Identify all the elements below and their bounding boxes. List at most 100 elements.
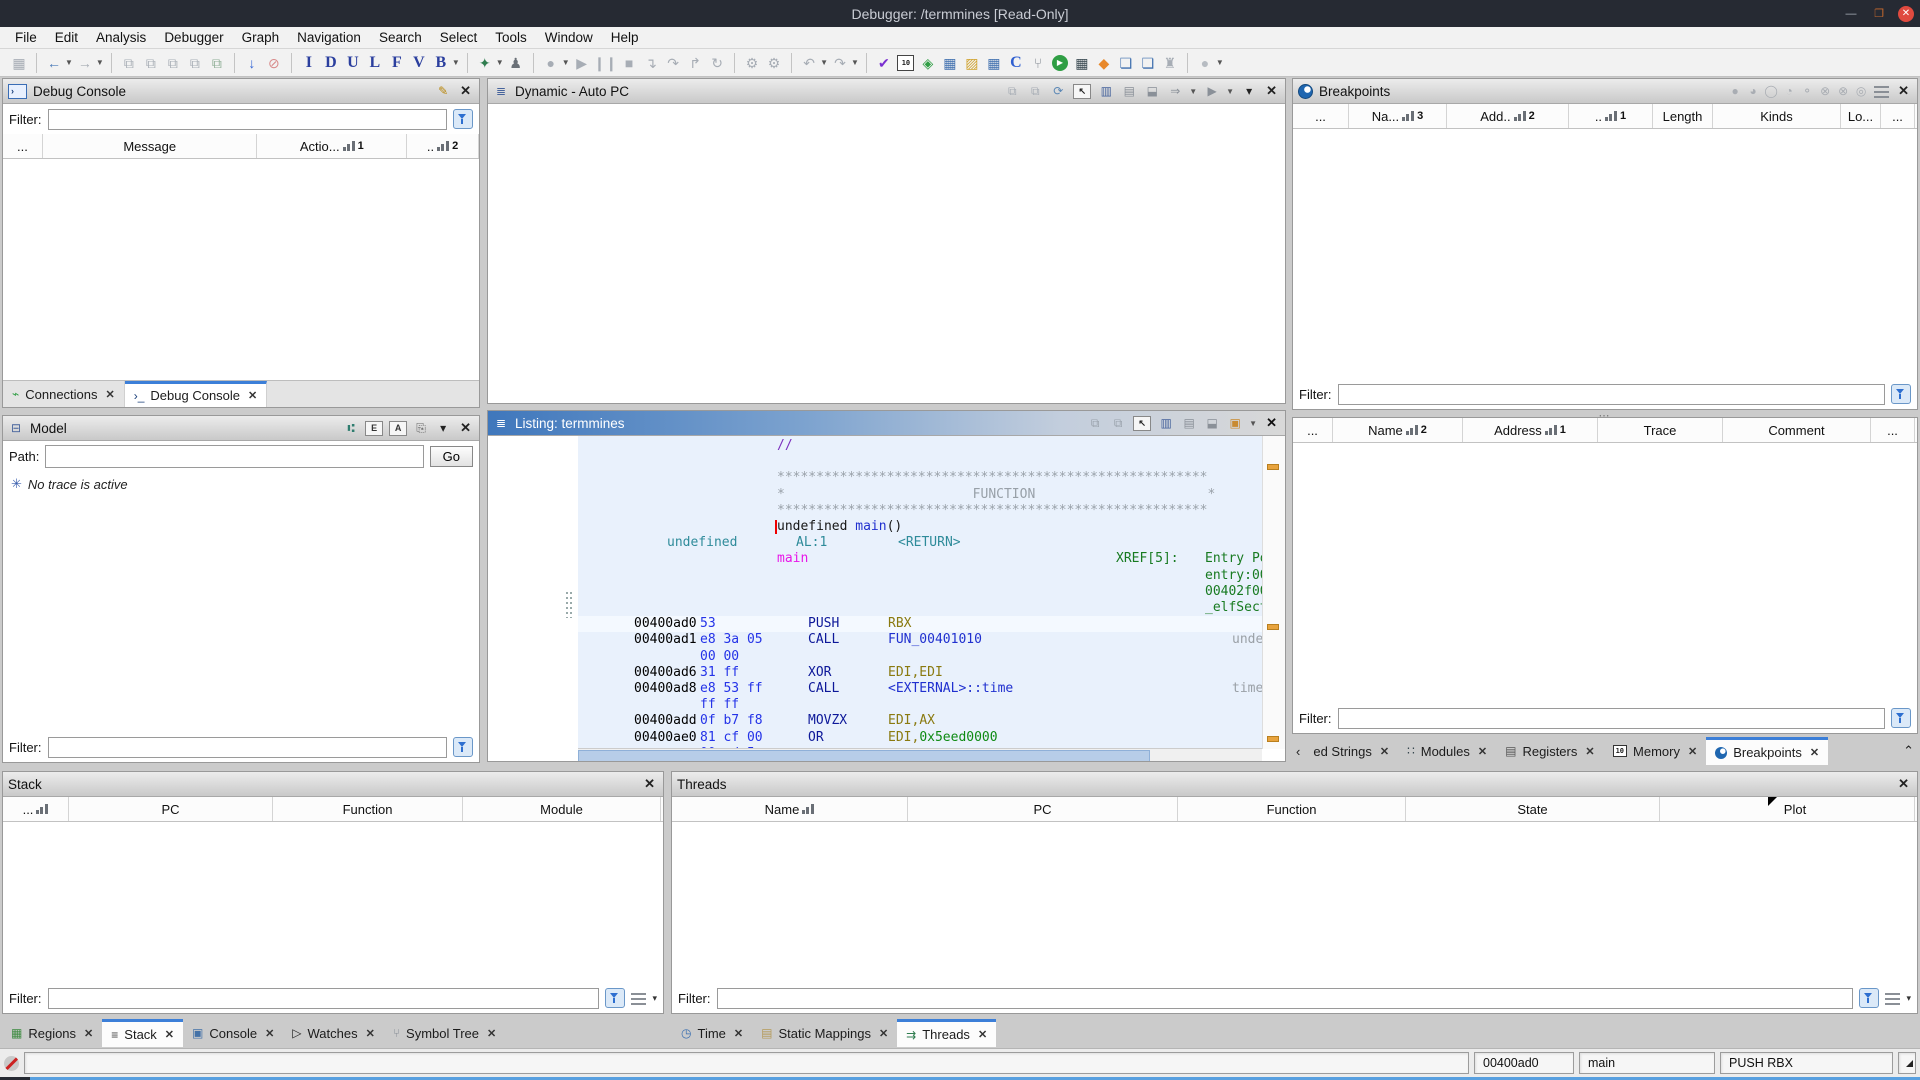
close-icon[interactable]: ✕ — [1810, 746, 1819, 759]
listing-line[interactable]: undefined AL:1 <RETURN> — [578, 535, 1262, 551]
skip-out-icon[interactable]: ⚙ — [764, 52, 784, 74]
column-header-address[interactable]: Address 1 — [1463, 418, 1598, 442]
close-icon[interactable]: ✕ — [1478, 745, 1487, 758]
column-header-actio[interactable]: Actio... 1 — [257, 134, 408, 158]
column-header-function[interactable]: Function — [273, 797, 463, 821]
listing-line[interactable]: main XREF[5]: Entry Poi — [578, 551, 1262, 567]
enable-breakpoint-icon[interactable]: ● — [1728, 84, 1742, 98]
stack-table-body[interactable] — [3, 822, 663, 983]
menu-debugger[interactable]: Debugger — [155, 28, 232, 47]
dynamic-header[interactable]: ≣ Dynamic - Auto PC ⧉ ⧉ ⟳ ↖ ▥ ▤ ⬓ ⇒ ▼ ▶ ▼ ▾ ✕ — [488, 79, 1285, 104]
debug-console-table-body[interactable] — [3, 159, 479, 380]
clipboard-icon[interactable]: ⎘ — [413, 419, 429, 437]
threads-header[interactable]: Threads ✕ — [672, 772, 1917, 797]
cursor-tracking-icon[interactable]: ↖ — [1133, 415, 1152, 431]
breakpoints-header[interactable]: Breakpoints ● ◕ ◯ ◔ ⚬ ⊗ ⊗ ◎ ✕ — [1293, 79, 1917, 104]
chevron-down-icon[interactable]: ▼ — [1249, 419, 1257, 428]
tree-diagram-icon[interactable]: ⑆ — [343, 419, 359, 437]
step-last-icon[interactable]: ↻ — [707, 52, 727, 74]
filter-icon[interactable] — [453, 109, 473, 129]
refresh-icon[interactable]: ⟳ — [1050, 82, 1066, 100]
chevron-down-icon[interactable]: ▼ — [820, 58, 828, 67]
column-header-na[interactable]: Na... 3 — [1349, 104, 1447, 128]
clone-icon[interactable]: ⧉ — [1087, 414, 1103, 432]
panel-menu-caret-icon[interactable]: ▾ — [1241, 82, 1257, 100]
drag-handle-icon[interactable] — [566, 592, 573, 618]
window-b-icon[interactable]: ❏ — [1138, 52, 1158, 74]
close-icon[interactable]: ✕ — [457, 420, 474, 436]
bookmark-mark-icon[interactable] — [1267, 624, 1279, 630]
model-tree-body[interactable] — [3, 496, 479, 732]
configure-emulation-icon[interactable]: ✦ — [475, 52, 495, 74]
close-icon[interactable]: ✕ — [1263, 415, 1280, 431]
edit-pencil-icon[interactable]: ✎ — [435, 82, 451, 100]
module-map-icon[interactable]: ▥ — [1158, 414, 1174, 432]
redo-icon[interactable]: ↷ — [830, 52, 850, 74]
instruction-letter-icon[interactable]: I — [299, 52, 319, 74]
chevron-down-icon[interactable]: ▼ — [452, 58, 460, 67]
close-icon[interactable]: ✕ — [366, 1027, 375, 1040]
tab-debug-console[interactable]: ›_ Debug Console ✕ — [124, 381, 268, 407]
skip-over-icon[interactable]: ⚙ — [742, 52, 762, 74]
column-header-function[interactable]: Function — [1178, 797, 1406, 821]
listing-line[interactable]: 00400add 0f b7 f8 MOVZX EDI,AX — [578, 713, 1262, 729]
tab-symbol-tree[interactable]: ⑂ Symbol Tree ✕ — [384, 1019, 505, 1047]
enable-all-breakpoints-icon[interactable]: ◕ — [1746, 84, 1760, 98]
column-header-trace[interactable]: Trace — [1598, 418, 1723, 442]
bookmark-letter-icon[interactable]: B — [431, 52, 451, 74]
chevron-down-icon[interactable]: ▼ — [1226, 87, 1234, 96]
threads-table-body[interactable] — [672, 822, 1917, 983]
debug-program-icon[interactable]: ♟ — [506, 52, 526, 74]
column-header-pc[interactable]: PC — [69, 797, 273, 821]
decompile-icon[interactable]: ◆ — [1094, 52, 1114, 74]
breakpoints-table-body[interactable] — [1293, 129, 1917, 379]
tab-connections[interactable]: ⌁ Connections ✕ — [3, 381, 125, 407]
column-header-name[interactable]: Name 2 — [1333, 418, 1463, 442]
close-icon[interactable]: ✕ — [106, 388, 115, 401]
breakpoints-filter-input[interactable] — [1337, 383, 1885, 405]
tab-memory[interactable]: 10 Memory ✕ — [1604, 737, 1707, 765]
column-header-state[interactable]: State — [1406, 797, 1660, 821]
close-icon[interactable]: ✕ — [457, 83, 474, 99]
minimize-button[interactable]: — — [1842, 5, 1860, 23]
calling-convention-icon[interactable]: C — [1006, 52, 1026, 74]
hierarchy-icon[interactable]: ⑂ — [1028, 52, 1048, 74]
elements-icon[interactable]: E — [365, 420, 384, 436]
tab-breakpoints[interactable]: Breakpoints ✕ — [1706, 737, 1829, 765]
threads-filter-input[interactable] — [716, 987, 1854, 1009]
goto-pc-icon[interactable]: ⇒ — [1167, 82, 1183, 100]
track-play-icon[interactable]: ▶ — [1204, 82, 1220, 100]
close-icon[interactable]: ✕ — [487, 1027, 496, 1040]
nav-forward-icon[interactable]: → — [75, 52, 95, 74]
listing-line[interactable]: ****************************************… — [578, 503, 1262, 519]
listing-line[interactable]: _elfSecti — [578, 600, 1262, 616]
column-header-[interactable]: ... — [3, 797, 69, 821]
tab-registers[interactable]: ▤ Registers ✕ — [1496, 737, 1603, 765]
clear-breakpoint-icon[interactable]: ⊗ — [1818, 84, 1832, 98]
column-header-module[interactable]: Module — [463, 797, 661, 821]
menu-edit[interactable]: Edit — [46, 28, 87, 47]
close-icon[interactable]: ✕ — [1895, 83, 1912, 99]
tab-console[interactable]: ▣ Console ✕ — [183, 1019, 283, 1047]
menu-navigation[interactable]: Navigation — [288, 28, 370, 47]
go-button[interactable]: Go — [429, 446, 473, 467]
restore-button[interactable]: ❐ — [1870, 5, 1888, 23]
column-header-[interactable]: ... — [3, 134, 43, 158]
attributes-icon[interactable]: A — [389, 420, 408, 436]
open-archive-icon[interactable]: ▨ — [962, 52, 982, 74]
overview-margin[interactable] — [1262, 436, 1285, 749]
copy-special-icon[interactable]: ⧉ — [141, 52, 161, 74]
close-icon[interactable]: ✕ — [879, 1027, 888, 1040]
menu-tools[interactable]: Tools — [486, 28, 536, 47]
filter-icon[interactable] — [605, 988, 626, 1008]
data-letter-icon[interactable]: D — [321, 52, 341, 74]
filter-icon[interactable] — [1891, 708, 1911, 728]
close-icon[interactable]: ✕ — [84, 1027, 93, 1040]
clear-code-icon[interactable]: ⊘ — [264, 52, 284, 74]
capture-icon[interactable]: ⬓ — [1144, 82, 1160, 100]
table-options-icon[interactable] — [1874, 84, 1890, 98]
listing-line[interactable]: 00402f00( — [578, 584, 1262, 600]
column-header-add[interactable]: Add.. 2 — [1447, 104, 1569, 128]
tab-stack[interactable]: ≡ Stack ✕ — [102, 1019, 184, 1047]
capture-icon[interactable]: ⬓ — [1204, 414, 1220, 432]
